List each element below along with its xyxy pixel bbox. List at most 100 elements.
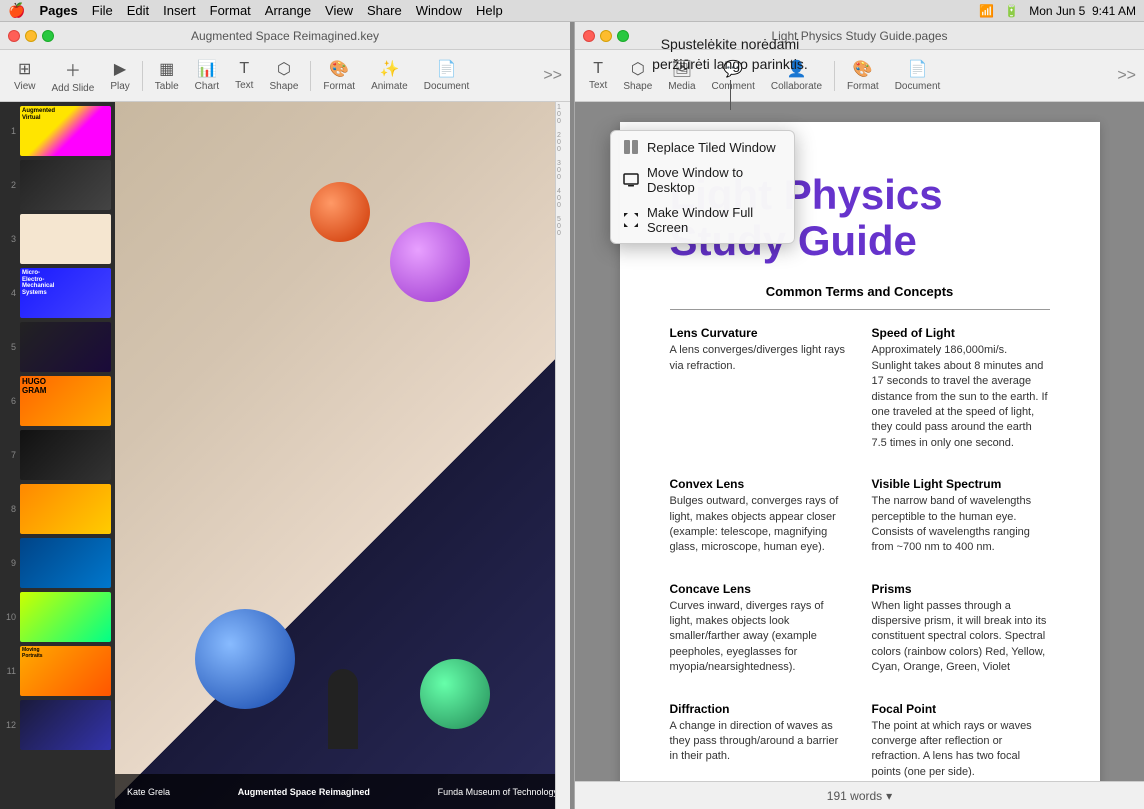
menu-insert[interactable]: Insert <box>163 3 196 18</box>
slide-num-11: 11 <box>4 666 16 676</box>
menu-pages[interactable]: Pages <box>39 3 77 18</box>
term-concave-lens: Concave Lens Curves inward, diverges ray… <box>670 582 848 686</box>
play-label: Play <box>110 81 129 92</box>
close-button[interactable] <box>8 30 20 42</box>
keynote-titlebar: Augmented Space Reimagined.key <box>0 22 570 50</box>
person-silhouette <box>328 669 358 749</box>
sphere-green <box>420 659 490 729</box>
slide-num-8: 8 <box>4 504 16 514</box>
slide-thumb-9[interactable]: 9 <box>4 538 111 588</box>
term-title-convex-lens: Convex Lens <box>670 477 848 491</box>
sphere-purple <box>390 222 470 302</box>
slide-num-10: 10 <box>4 612 16 622</box>
animate-label: Animate <box>371 81 408 92</box>
menu-format[interactable]: Format <box>210 3 251 18</box>
slide-main-content: Kate Grela Augmented Space Reimagined Fu… <box>115 102 570 809</box>
chart-icon: 📊 <box>197 59 217 79</box>
term-focal-point: Focal Point The point at which rays or w… <box>872 702 1050 781</box>
toolbar-add-slide[interactable]: ＋ Add Slide <box>46 55 101 96</box>
slide-img-1: AugmentedVirtual <box>20 106 111 156</box>
term-def-diffraction: A change in direction of waves as they p… <box>670 719 848 765</box>
toolbar-play[interactable]: ▶ Play <box>104 57 135 94</box>
slide-thumb-3[interactable]: 3 <box>4 214 111 264</box>
toolbar-shape[interactable]: ⬡ Shape <box>263 57 304 94</box>
term-def-prisms: When light passes through a dispersive p… <box>872 599 1050 676</box>
minimize-button[interactable] <box>25 30 37 42</box>
slide-img-3 <box>20 214 111 264</box>
wifi-icon: 📶 <box>979 4 994 18</box>
doc-subtitle: Common Terms and Concepts <box>670 284 1050 299</box>
ctx-full-screen[interactable]: Make Window Full Screen <box>611 200 794 240</box>
ctx-replace-tiled[interactable]: Replace Tiled Window <box>611 134 794 160</box>
toolbar-more[interactable]: >> <box>543 67 562 85</box>
toolbar-table[interactable]: ▦ Table <box>149 57 185 94</box>
slide-thumb-10[interactable]: 10 <box>4 592 111 642</box>
format-label: Format <box>323 81 355 92</box>
slide-num-9: 9 <box>4 558 16 568</box>
toolbar-format[interactable]: 🎨 Format <box>317 57 361 94</box>
menu-arrange[interactable]: Arrange <box>265 3 311 18</box>
slide-thumb-6[interactable]: 6 HUGOGRAM <box>4 376 111 426</box>
ctx-full-screen-label: Make Window Full Screen <box>647 205 782 235</box>
replace-tiled-icon <box>623 139 639 155</box>
slide-thumb-7[interactable]: 7 <box>4 430 111 480</box>
maximize-button[interactable] <box>42 30 54 42</box>
window-gap <box>570 22 574 809</box>
slide-num-6: 6 <box>4 396 16 406</box>
menu-edit[interactable]: Edit <box>127 3 149 18</box>
term-prisms: Prisms When light passes through a dispe… <box>872 582 1050 686</box>
slide-thumb-12[interactable]: 12 <box>4 700 111 750</box>
slide-thumb-4[interactable]: 4 Micro-Electro-MechanicalSystems <box>4 268 111 318</box>
text-icon: T <box>239 60 249 78</box>
word-count-dropdown[interactable]: ▾ <box>886 789 892 803</box>
tooltip-line <box>730 80 731 110</box>
toolbar-animate[interactable]: ✨ Animate <box>365 57 414 94</box>
table-label: Table <box>155 81 179 92</box>
traffic-lights[interactable] <box>8 30 54 42</box>
menu-help[interactable]: Help <box>476 3 503 18</box>
menu-window[interactable]: Window <box>416 3 462 18</box>
pages-toolbar-document[interactable]: 📄 Document <box>889 57 947 94</box>
term-speed-of-light: Speed of Light Approximately 186,000mi/s… <box>872 326 1050 461</box>
term-convex-lens: Convex Lens Bulges outward, converges ra… <box>670 477 848 566</box>
term-title-lens-curvature: Lens Curvature <box>670 326 848 340</box>
term-visible-spectrum: Visible Light Spectrum The narrow band o… <box>872 477 1050 566</box>
menu-view[interactable]: View <box>325 3 353 18</box>
ctx-move-to-desktop[interactable]: Move Window to Desktop <box>611 160 794 200</box>
slide-thumb-1[interactable]: 1 AugmentedVirtual <box>4 106 111 156</box>
ctx-move-to-desktop-label: Move Window to Desktop <box>647 165 782 195</box>
term-def-convex-lens: Bulges outward, converges rays of light,… <box>670 494 848 556</box>
toolbar-document[interactable]: 📄 Document <box>418 57 476 94</box>
toolbar-chart[interactable]: 📊 Chart <box>189 57 225 94</box>
toolbar-text[interactable]: T Text <box>229 58 259 93</box>
pages-toolbar-more[interactable]: >> <box>1117 67 1136 85</box>
word-count: 191 words <box>827 789 882 803</box>
slide-num-12: 12 <box>4 720 16 730</box>
slide-num-3: 3 <box>4 234 16 244</box>
slide-thumb-5[interactable]: 5 <box>4 322 111 372</box>
view-label: View <box>14 81 36 92</box>
menu-file[interactable]: File <box>92 3 113 18</box>
slide-img-6: HUGOGRAM <box>20 376 111 426</box>
shape-icon: ⬡ <box>277 59 291 79</box>
slide-thumb-2[interactable]: 2 <box>4 160 111 210</box>
slide-ruler-right: 100200300400500 <box>555 102 570 809</box>
toolbar-divider-1 <box>142 61 143 91</box>
add-slide-label: Add Slide <box>52 83 95 94</box>
term-title-diffraction: Diffraction <box>670 702 848 716</box>
keynote-toolbar: ⊞ View ＋ Add Slide ▶ Play ▦ Table 📊 Char… <box>0 50 570 102</box>
ctx-replace-tiled-label: Replace Tiled Window <box>647 140 776 155</box>
sphere-blue <box>195 609 295 709</box>
menu-share[interactable]: Share <box>367 3 402 18</box>
full-screen-icon <box>623 212 639 228</box>
apple-menu[interactable]: 🍎 <box>8 2 25 19</box>
slide-thumb-11[interactable]: 11 MovingPortraits <box>4 646 111 696</box>
sphere-orange <box>310 182 370 242</box>
slide-thumb-8[interactable]: 8 <box>4 484 111 534</box>
term-def-lens-curvature: A lens converges/diverges light rays via… <box>670 343 848 374</box>
slide-img-11: MovingPortraits <box>20 646 111 696</box>
slide-num-2: 2 <box>4 180 16 190</box>
add-slide-icon: ＋ <box>65 57 81 81</box>
toolbar-view[interactable]: ⊞ View <box>8 57 42 94</box>
battery-icon: 🔋 <box>1004 4 1019 18</box>
